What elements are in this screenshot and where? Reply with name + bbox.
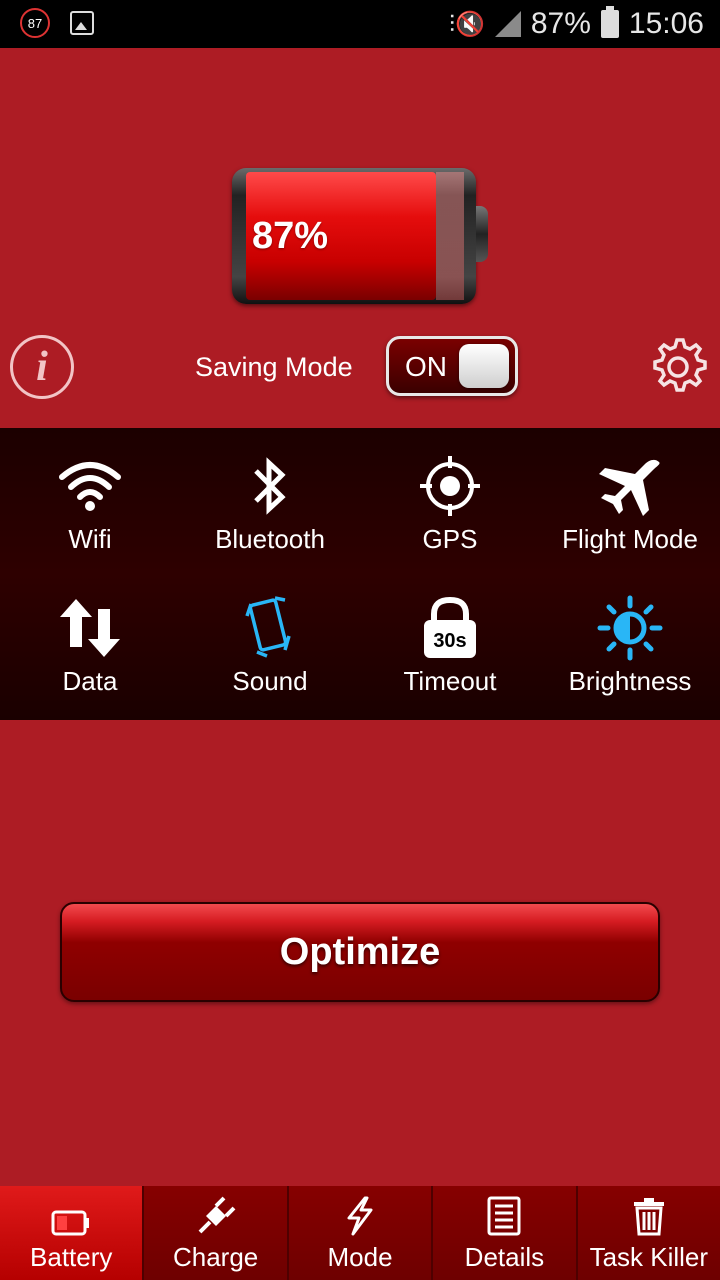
battery-percent-label: 87% [252, 215, 329, 257]
document-icon [487, 1196, 521, 1236]
nav-details[interactable]: Details [433, 1186, 578, 1280]
nav-mode[interactable]: Mode [288, 1186, 434, 1280]
status-battery-percent: 87% [530, 7, 591, 40]
lightning-icon [347, 1196, 373, 1236]
battery-tip [476, 206, 488, 262]
bluetooth-icon [254, 457, 286, 515]
settings-button[interactable] [645, 334, 711, 400]
notification-badge-icon: 87 [20, 8, 50, 38]
status-bar: 87 ⫶🔇 87% 15:06 [0, 0, 720, 48]
tile-label: Sound [232, 666, 308, 696]
toggle-bluetooth[interactable]: Bluetooth [180, 454, 360, 555]
toggle-data[interactable]: Data [0, 596, 180, 697]
nav-label: Task Killer [589, 1242, 709, 1272]
info-button[interactable]: i [10, 335, 74, 399]
wifi-icon [59, 462, 121, 511]
info-icon: i [36, 344, 48, 390]
toggle-brightness[interactable]: Brightness [540, 595, 720, 697]
nav-label: Battery [30, 1242, 113, 1272]
bottom-nav: Battery Charge Mode Details Task Killer [0, 1186, 720, 1280]
tile-label: Wifi [68, 524, 112, 554]
status-battery-icon [600, 6, 619, 38]
trash-icon [633, 1198, 664, 1236]
vibrate-icon [245, 596, 291, 658]
gps-icon [420, 456, 480, 516]
saving-mode-toggle[interactable]: ON [386, 336, 518, 396]
tile-label: Timeout [403, 666, 497, 696]
tile-label: Flight Mode [562, 524, 698, 554]
nav-task-killer[interactable]: Task Killer [577, 1186, 720, 1280]
battery-icon [51, 1210, 90, 1236]
optimize-button[interactable]: Optimize [60, 902, 660, 1002]
timeout-lock-icon: 30s [424, 596, 476, 658]
nav-charge[interactable]: Charge [144, 1186, 289, 1280]
plug-icon [198, 1196, 236, 1234]
tile-label: Bluetooth [215, 524, 325, 554]
image-notification-icon [70, 11, 94, 35]
quick-toggle-panel: Wifi Bluetooth GPS Flight Mode Data Soun… [0, 428, 720, 720]
toggle-wifi[interactable]: Wifi [0, 454, 180, 555]
nav-battery[interactable]: Battery [0, 1186, 145, 1280]
toggle-state-text: ON [405, 351, 447, 382]
mute-vibrate-icon: ⫶🔇 [448, 10, 485, 38]
tile-label: Brightness [568, 666, 692, 696]
nav-label: Details [464, 1242, 545, 1272]
signal-icon [494, 11, 521, 37]
battery-empty-portion [436, 172, 464, 300]
nav-label: Charge [172, 1242, 259, 1272]
gear-icon [653, 338, 707, 392]
toggle-gps[interactable]: GPS [360, 454, 540, 555]
toggle-timeout[interactable]: 30s Timeout [360, 596, 540, 697]
data-arrows-icon [60, 599, 120, 657]
tile-label: Data [62, 666, 118, 696]
nav-label: Mode [327, 1242, 393, 1272]
status-time: 15:06 [628, 7, 704, 40]
toggle-flight-mode[interactable]: Flight Mode [540, 454, 720, 555]
toggle-sound[interactable]: Sound [180, 596, 360, 697]
saving-mode-label: Saving Mode [195, 352, 353, 382]
brightness-icon [597, 595, 663, 661]
airplane-icon [599, 459, 660, 516]
timeout-badge: 30s [433, 630, 466, 652]
toggle-knob [459, 344, 509, 388]
tile-label: GPS [422, 524, 478, 554]
